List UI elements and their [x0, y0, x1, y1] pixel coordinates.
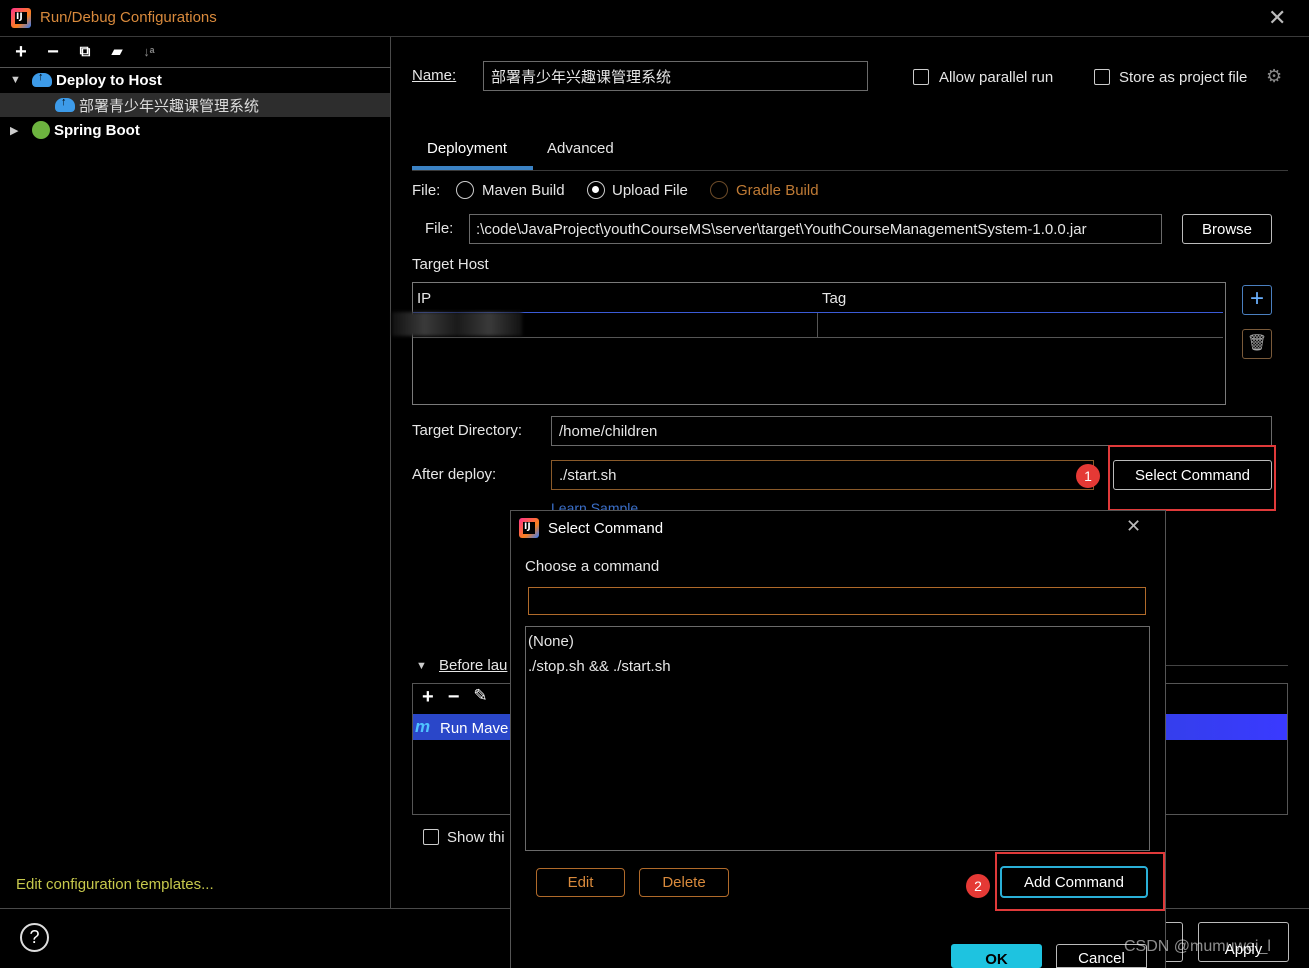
sort-icon[interactable]: ↓ᵃ — [138, 42, 160, 64]
remove-icon[interactable]: − — [42, 42, 64, 64]
tree-item-label: Deploy to Host — [56, 71, 162, 89]
column-header-tag: Tag — [822, 290, 847, 307]
annotation-badge-2: 2 — [966, 874, 990, 898]
edit-pencil-icon[interactable]: ✎ — [473, 686, 487, 709]
upload-file-radio[interactable] — [587, 181, 605, 200]
add-host-icon[interactable]: + — [1242, 285, 1272, 315]
store-project-label: Store as project file — [1119, 69, 1248, 86]
ok-button[interactable]: OK — [951, 944, 1042, 968]
intellij-logo-icon: IJ — [519, 518, 539, 538]
run-maven-label: Run Mave — [440, 720, 509, 737]
dialog-title: Select Command — [548, 520, 664, 537]
new-folder-icon[interactable]: ▰ — [106, 42, 128, 64]
close-icon[interactable]: ✕ — [1268, 5, 1286, 31]
after-deploy-field[interactable]: ./start.sh — [551, 460, 1094, 490]
after-deploy-label: After deploy: — [412, 466, 497, 483]
file-path-label: File: — [425, 220, 454, 237]
target-directory-field[interactable]: /home/children — [551, 416, 1272, 446]
spring-boot-icon — [32, 121, 50, 139]
tree-item-spring-boot[interactable]: ▶ Spring Boot — [0, 118, 390, 142]
gradle-build-label: Gradle Build — [736, 182, 819, 199]
gear-icon[interactable]: ⚙ — [1266, 66, 1282, 87]
allow-parallel-label: Allow parallel run — [939, 69, 1054, 86]
chevron-down-icon[interactable]: ▼ — [10, 74, 24, 86]
maven-icon: m — [415, 717, 431, 736]
add-icon[interactable]: + — [10, 42, 32, 64]
show-page-label: Show thi — [447, 829, 505, 846]
deploy-cloud-icon — [32, 71, 52, 87]
collapse-triangle-icon[interactable]: ▼ — [416, 660, 427, 672]
gradle-build-radio[interactable] — [710, 181, 728, 200]
trash-icon[interactable]: 🗑 — [1242, 329, 1272, 359]
file-type-label: File: — [412, 182, 441, 199]
deploy-cloud-icon — [55, 96, 75, 112]
edit-command-button[interactable]: Edit — [536, 868, 625, 897]
help-button[interactable]: ? — [20, 923, 49, 952]
command-item-none[interactable]: (None) — [528, 633, 574, 650]
window-title: Run/Debug Configurations — [40, 9, 217, 26]
table-cell-divider — [817, 313, 818, 338]
edit-templates-link[interactable]: Edit configuration templates... — [16, 876, 214, 893]
target-host-label: Target Host — [412, 256, 489, 273]
tree-item-label: 部署青少年兴趣课管理系统 — [79, 97, 260, 115]
maven-build-radio[interactable] — [456, 181, 474, 200]
learn-sample-link[interactable]: Learn Sample — [551, 500, 638, 510]
add-command-button[interactable]: Add Command — [1000, 866, 1148, 898]
before-launch-toolbar: + − ✎ — [422, 686, 488, 709]
before-launch-label: Before lau — [439, 657, 508, 674]
copy-icon[interactable]: ⧉ — [74, 42, 96, 64]
watermark: CSDN @mumuwei_l — [1124, 938, 1271, 955]
maven-build-label: Maven Build — [482, 182, 565, 199]
name-label: Name: — [412, 67, 457, 84]
tab-divider — [412, 170, 1288, 171]
store-project-checkbox[interactable] — [1094, 68, 1110, 86]
table-row[interactable] — [413, 313, 1223, 338]
intellij-logo-icon: IJ — [11, 8, 31, 28]
upload-file-label: Upload File — [612, 182, 688, 199]
column-header-ip: IP — [417, 290, 432, 307]
name-field[interactable]: 部署青少年兴趣课管理系统 — [483, 61, 868, 91]
choose-command-label: Choose a command — [525, 558, 660, 575]
command-item-stop-start[interactable]: ./stop.sh && ./start.sh — [528, 658, 671, 675]
remove-icon[interactable]: − — [448, 686, 460, 709]
config-tree-panel — [0, 37, 391, 908]
file-path-field[interactable]: :\code\JavaProject\youthCourseMS\server\… — [469, 214, 1162, 244]
tab-advanced[interactable]: Advanced — [547, 140, 614, 157]
tab-deployment[interactable]: Deployment — [427, 140, 507, 157]
target-directory-label: Target Directory: — [412, 422, 523, 439]
dialog-close-icon[interactable]: ✕ — [1126, 516, 1141, 537]
add-icon[interactable]: + — [422, 686, 434, 709]
tree-item-deployment-config[interactable]: 部署青少年兴趣课管理系统 — [0, 93, 390, 117]
chevron-right-icon[interactable]: ▶ — [10, 124, 24, 137]
redacted-ip-mosaic — [392, 312, 522, 336]
annotation-badge-1: 1 — [1076, 464, 1100, 488]
title-bar: IJ Run/Debug Configurations ✕ — [0, 0, 1309, 37]
browse-button[interactable]: Browse — [1182, 214, 1272, 244]
select-command-button[interactable]: Select Command — [1113, 460, 1272, 490]
tree-item-label: Spring Boot — [54, 121, 140, 139]
delete-command-button[interactable]: Delete — [639, 868, 729, 897]
allow-parallel-checkbox[interactable] — [913, 68, 929, 86]
target-host-table — [412, 282, 1226, 405]
show-page-checkbox[interactable] — [423, 828, 439, 846]
tree-toolbar: + − ⧉ ▰ ↓ᵃ — [10, 42, 160, 64]
before-launch-divider — [1165, 665, 1288, 666]
command-search-field[interactable] — [528, 587, 1146, 615]
tree-item-deploy-to-host[interactable]: ▼ Deploy to Host — [0, 68, 390, 92]
